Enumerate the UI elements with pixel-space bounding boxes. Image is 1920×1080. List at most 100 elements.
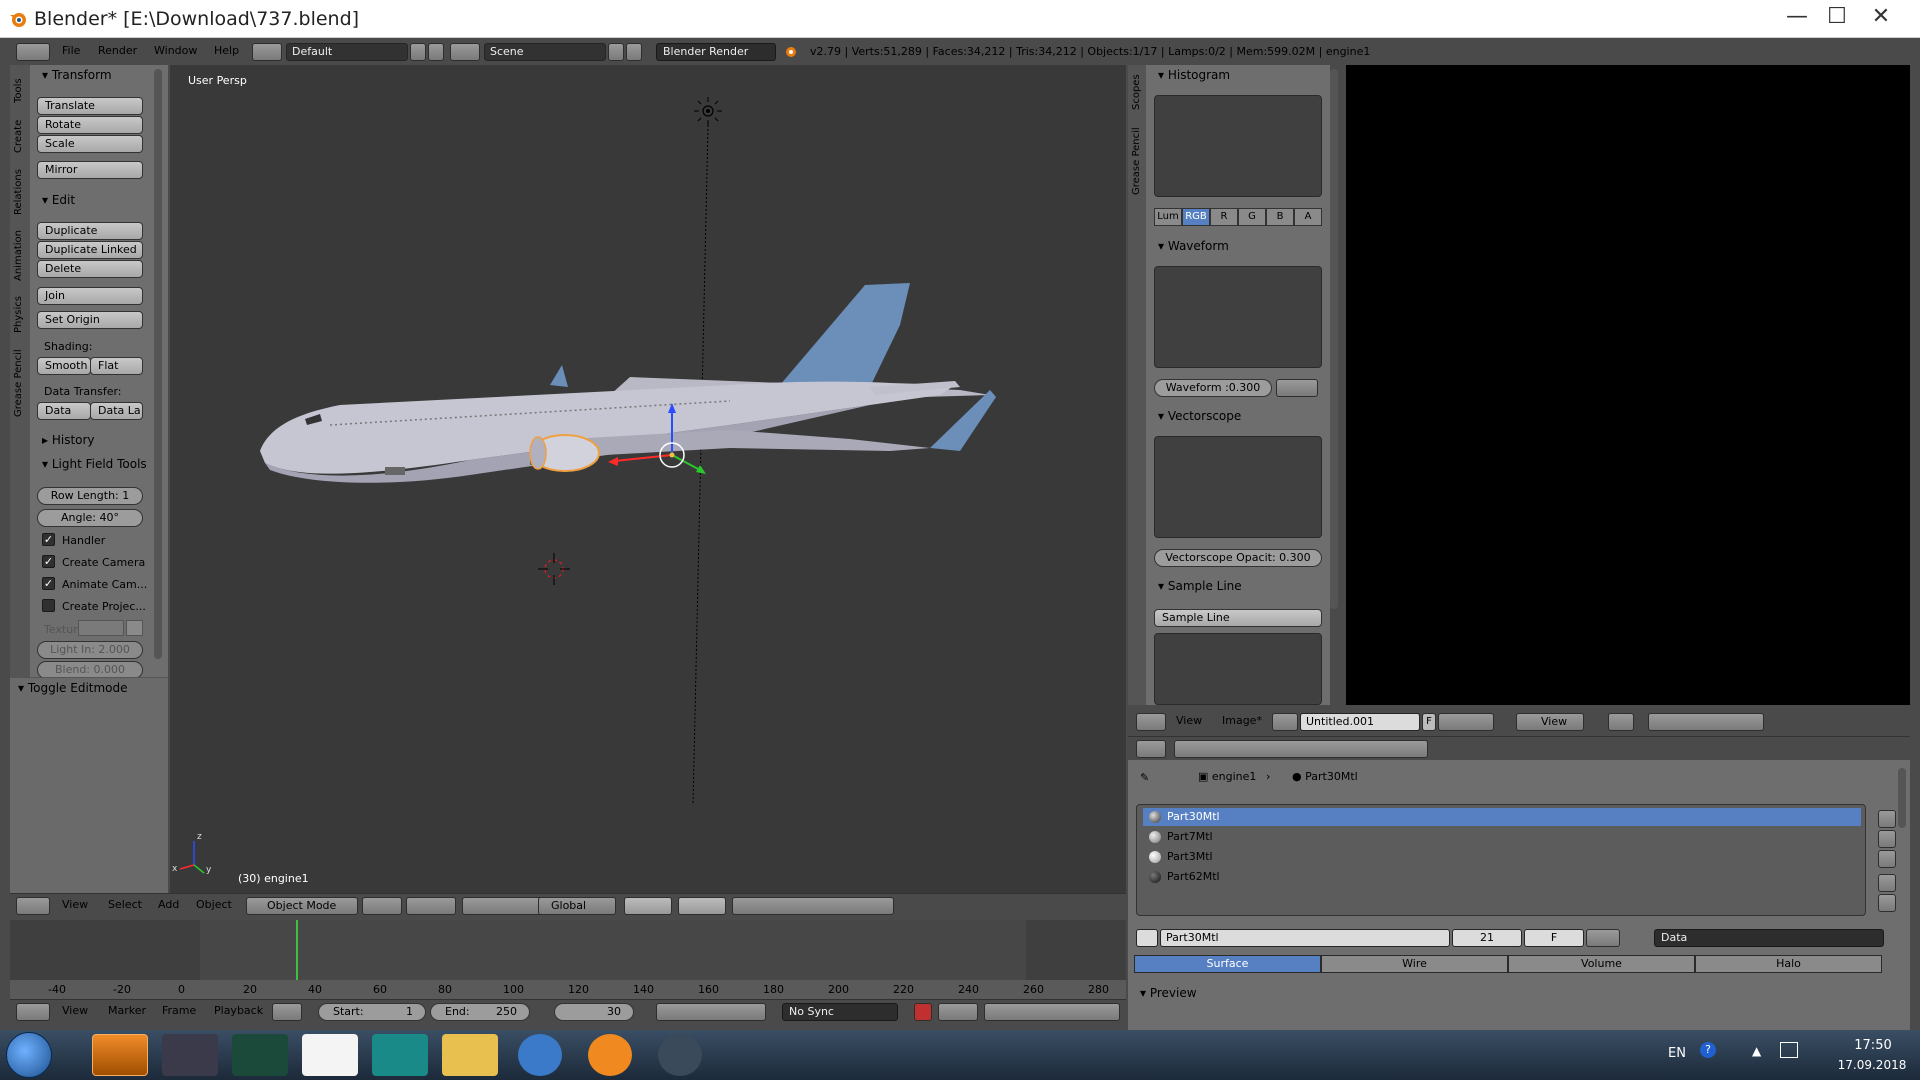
help-icon[interactable]: ? <box>1700 1042 1716 1058</box>
scene-field[interactable]: Scene <box>484 43 606 61</box>
history-panel-header[interactable]: ▸ History <box>42 433 95 447</box>
menu-object[interactable]: Object <box>196 898 232 911</box>
breadcrumb-material[interactable]: ● Part30Mtl <box>1292 770 1358 783</box>
transform-panel-header[interactable]: ▾ Transform <box>42 68 112 82</box>
snapping-tools[interactable] <box>732 897 894 915</box>
create-projector-checkbox[interactable] <box>42 599 55 612</box>
material-slot[interactable]: Part7Mtl <box>1143 828 1861 846</box>
blender-taskbar-icon[interactable] <box>92 1034 148 1076</box>
material-browse-icon[interactable] <box>1136 929 1158 947</box>
file-explorer-taskbar-icon[interactable] <box>442 1034 498 1076</box>
material-users-field[interactable]: 21 <box>1452 929 1522 947</box>
start-frame-field[interactable]: Start: 1 <box>318 1003 426 1021</box>
editor-type-info-icon[interactable] <box>16 43 50 61</box>
histogram-display[interactable] <box>1154 95 1322 197</box>
keying-set-field[interactable] <box>984 1003 1120 1021</box>
tool-shelf-scrollbar[interactable] <box>154 69 162 659</box>
mirror-button[interactable]: Mirror <box>37 161 143 179</box>
smooth-button[interactable]: Smooth <box>37 357 91 375</box>
menu-image[interactable]: Image* <box>1222 714 1262 727</box>
angle-field[interactable]: Angle: 40° <box>37 509 143 527</box>
scale-button[interactable]: Scale <box>37 135 143 153</box>
menu-render[interactable]: Render <box>98 44 137 57</box>
material-fake-user-button[interactable]: F <box>1524 929 1584 947</box>
light-intensity-field[interactable]: Light In: 2.000 <box>37 641 143 659</box>
material-link-dropdown[interactable]: Data <box>1654 929 1884 947</box>
scopes-scrollbar[interactable] <box>1330 69 1338 609</box>
move-down-icon[interactable] <box>1878 894 1896 912</box>
editor-type-3d-icon[interactable] <box>16 897 50 915</box>
menu-image-view[interactable]: View <box>1176 714 1202 727</box>
scene-icon[interactable] <box>450 43 480 61</box>
keyframe-icon[interactable] <box>938 1003 978 1021</box>
remove-slot-icon[interactable] <box>1878 830 1896 848</box>
waveform-opacity-field[interactable]: Waveform :0.300 <box>1154 379 1272 397</box>
image-actions-icons[interactable] <box>1438 713 1494 731</box>
join-button[interactable]: Join <box>37 287 143 305</box>
material-slot[interactable]: Part62Mtl <box>1143 868 1861 886</box>
channel-lum[interactable]: Lum <box>1154 208 1182 226</box>
winrar-taskbar-icon[interactable] <box>162 1034 218 1076</box>
properties-scrollbar[interactable] <box>1898 768 1906 828</box>
maximize-button[interactable]: ☐ <box>1814 2 1860 32</box>
orientation-dropdown[interactable]: Global <box>538 897 616 915</box>
sync-dropdown[interactable]: No Sync <box>782 1003 898 1021</box>
render-engine-dropdown[interactable]: Blender Render <box>656 43 776 61</box>
edit-panel-header[interactable]: ▾ Edit <box>42 193 75 207</box>
editor-type-properties-icon[interactable] <box>1136 740 1166 758</box>
menu-help[interactable]: Help <box>214 44 239 57</box>
delete-button[interactable]: Delete <box>37 260 143 278</box>
data-layout-button[interactable]: Data La <box>90 402 143 420</box>
menu-select[interactable]: Select <box>108 898 142 911</box>
create-camera-checkbox[interactable]: ✓ <box>42 555 55 568</box>
duplicate-linked-button[interactable]: Duplicate Linked <box>37 241 143 259</box>
tab-scopes[interactable]: Scopes <box>1131 74 1142 110</box>
current-frame-indicator[interactable] <box>296 920 298 982</box>
menu-add[interactable]: Add <box>158 898 179 911</box>
clock-date[interactable]: 17.09.2018 <box>1824 1058 1920 1072</box>
waveform-header[interactable]: ▾ Waveform <box>1158 239 1229 253</box>
editor-type-timeline-icon[interactable] <box>16 1003 50 1021</box>
viewport-shading-dropdown[interactable] <box>362 897 402 915</box>
channel-b[interactable]: B <box>1266 208 1294 226</box>
tab-surface[interactable]: Surface <box>1134 955 1321 973</box>
tab-tools[interactable]: Tools <box>13 78 24 103</box>
channel-g[interactable]: G <box>1238 208 1266 226</box>
display-channel-icons[interactable] <box>1648 713 1764 731</box>
3dsmax-taskbar-icon[interactable] <box>372 1034 428 1076</box>
sample-line-header[interactable]: ▾ Sample Line <box>1158 579 1242 593</box>
menu-frame[interactable]: Frame <box>162 1004 196 1017</box>
sample-line-display[interactable] <box>1154 633 1322 705</box>
sample-line-button[interactable]: Sample Line <box>1154 609 1322 627</box>
playback-controls[interactable] <box>656 1003 766 1021</box>
close-button[interactable]: ✕ <box>1858 2 1904 32</box>
tab-halo[interactable]: Halo <box>1695 955 1882 973</box>
w-app-taskbar-icon[interactable] <box>658 1034 702 1076</box>
end-frame-field[interactable]: End: 250 <box>430 1003 530 1021</box>
pivot-image-icon[interactable] <box>1608 713 1634 731</box>
current-frame-field[interactable]: 30 <box>554 1003 634 1021</box>
set-origin-dropdown[interactable]: Set Origin <box>37 311 143 329</box>
menu-marker[interactable]: Marker <box>108 1004 146 1017</box>
layers-grid-1[interactable] <box>624 897 672 915</box>
network-icon[interactable] <box>1780 1042 1798 1058</box>
fake-user-button[interactable]: F <box>1422 713 1436 731</box>
layout-field[interactable]: Default <box>286 43 408 61</box>
toggle-editmode-header[interactable]: ▾ Toggle Editmode <box>18 681 128 695</box>
menu-timeline-view[interactable]: View <box>62 1004 88 1017</box>
vectorscope-display[interactable] <box>1154 436 1322 538</box>
settings-taskbar-icon[interactable] <box>588 1034 632 1076</box>
texture-browse-icon[interactable] <box>126 620 143 636</box>
mode-dropdown[interactable]: Object Mode <box>246 897 358 915</box>
channel-r[interactable]: R <box>1210 208 1238 226</box>
menu-window[interactable]: Window <box>154 44 197 57</box>
clock-time[interactable]: 17:50 <box>1838 1038 1908 1053</box>
image-view-dropdown[interactable]: View <box>1516 713 1584 731</box>
channel-rgb[interactable]: RGB <box>1182 208 1210 226</box>
row-length-field[interactable]: Row Length: 1 <box>37 487 143 505</box>
tab-volume[interactable]: Volume <box>1508 955 1695 973</box>
channel-a[interactable]: A <box>1294 208 1322 226</box>
breadcrumb-object[interactable]: ▣ engine1 <box>1198 770 1256 783</box>
tab-create[interactable]: Create <box>13 120 24 153</box>
speedometer-taskbar-icon[interactable] <box>232 1034 288 1076</box>
